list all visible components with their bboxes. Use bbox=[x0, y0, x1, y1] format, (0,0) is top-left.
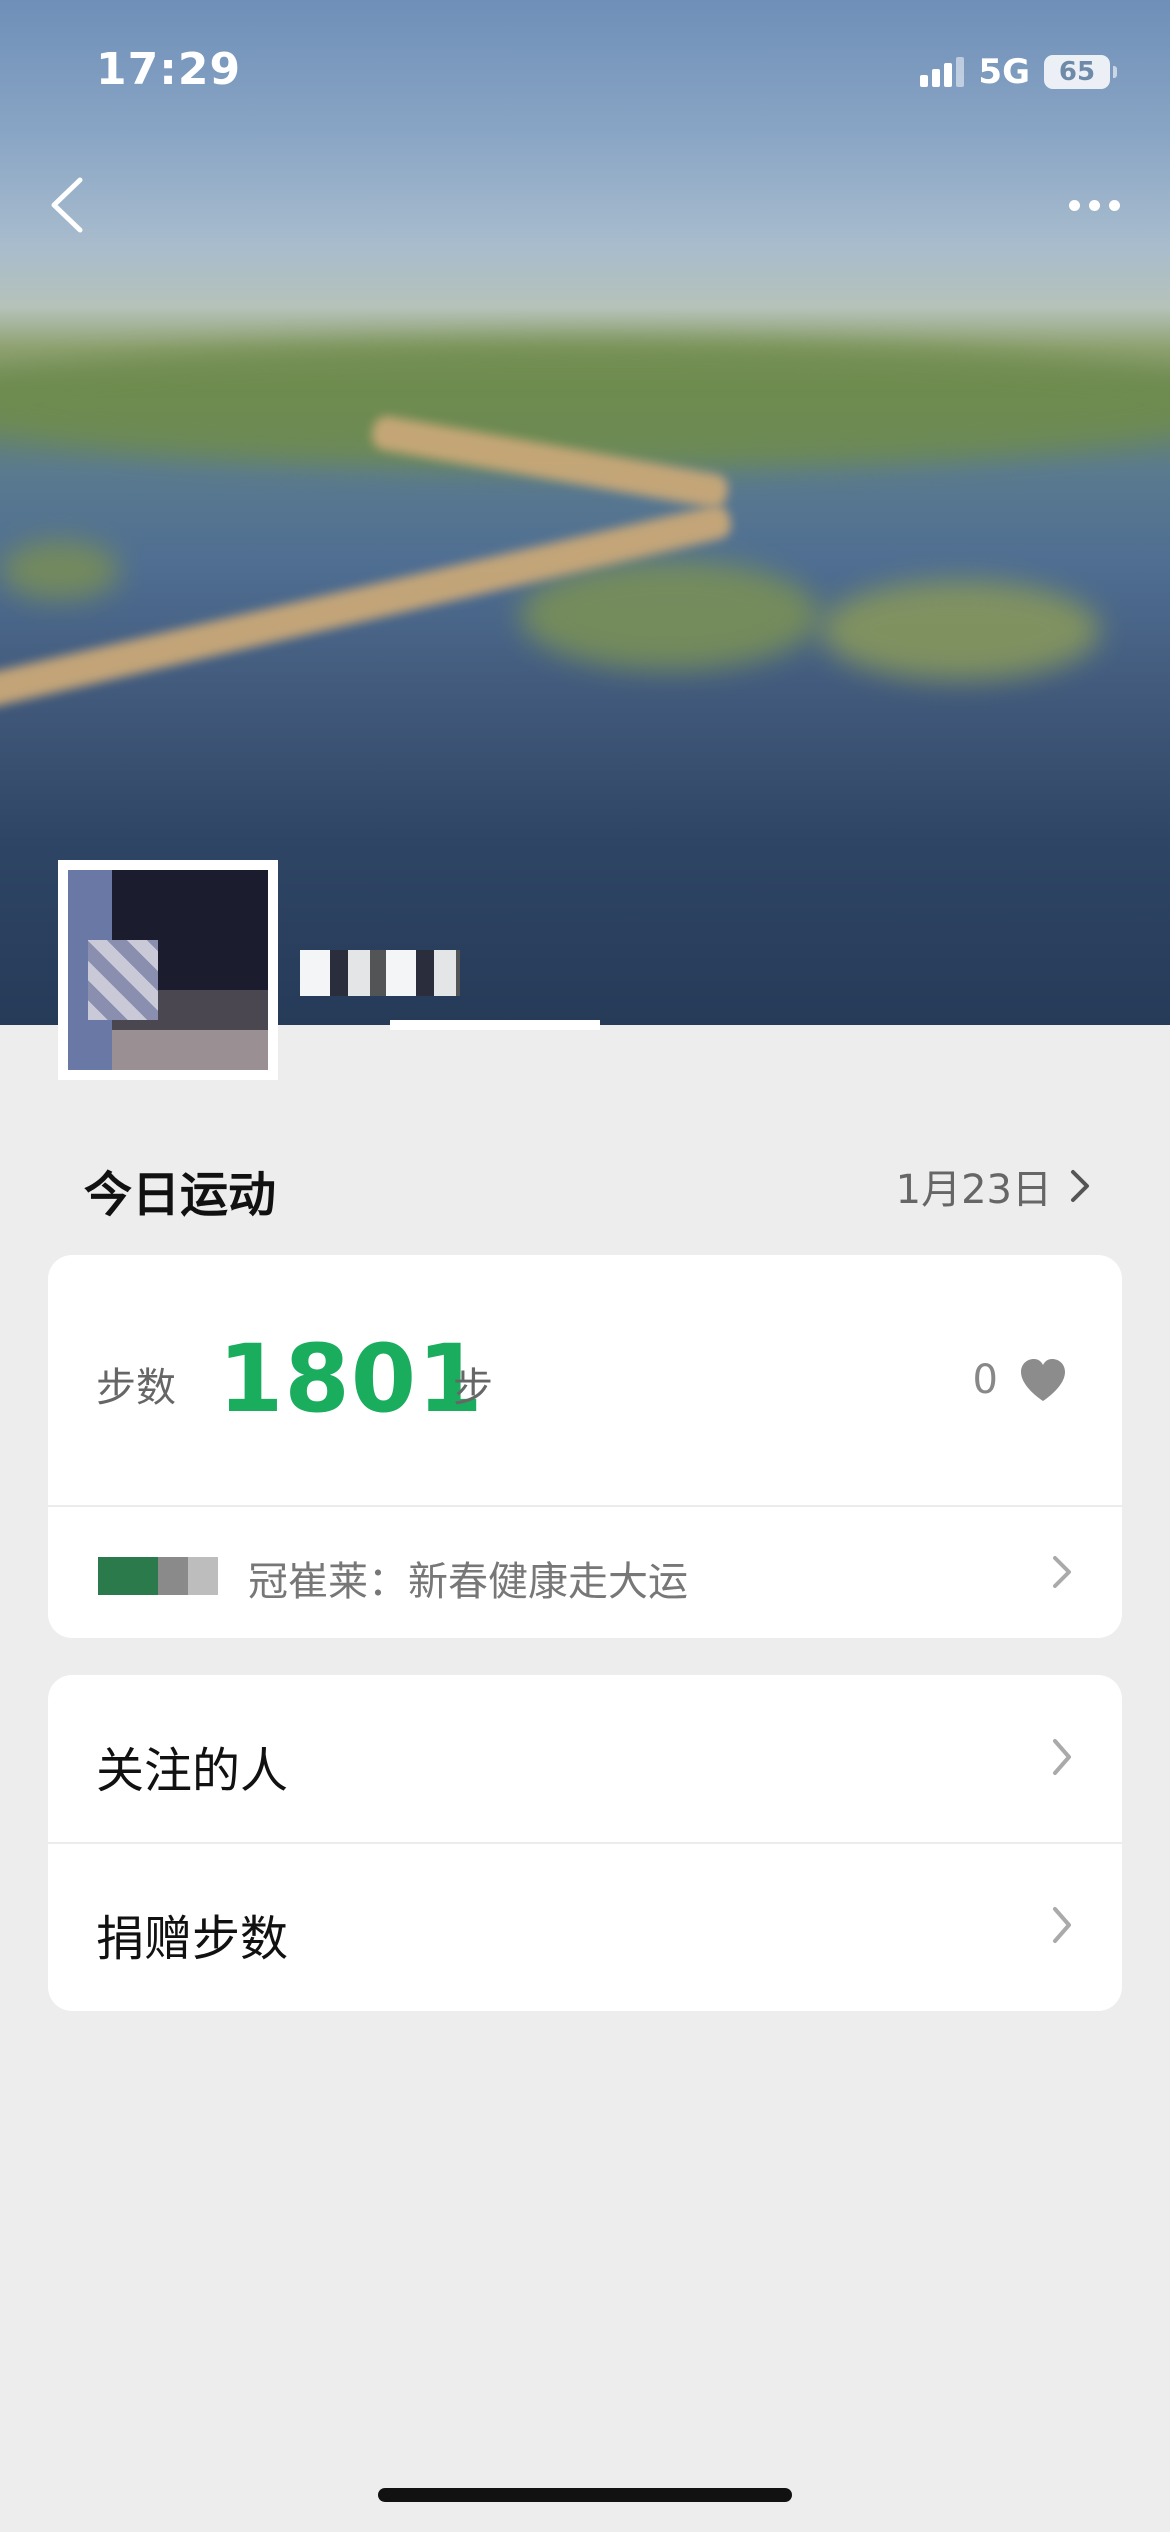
more-dot bbox=[1108, 199, 1120, 211]
chevron-right-icon bbox=[1053, 1739, 1071, 1775]
avatar-image bbox=[68, 870, 268, 1070]
avatar[interactable] bbox=[58, 860, 278, 1080]
steps-card: 步数 1801 步 0 冠崔莱：新春健康走大运 bbox=[48, 1255, 1122, 1638]
network-type: 5G bbox=[978, 52, 1030, 92]
more-button[interactable] bbox=[1054, 180, 1134, 230]
steps-row[interactable]: 步数 1801 步 0 bbox=[48, 1255, 1122, 1505]
chevron-left-icon bbox=[51, 177, 83, 233]
home-indicator[interactable] bbox=[378, 2488, 792, 2502]
chevron-right-icon bbox=[1053, 1907, 1071, 1943]
status-bar: 17:29 5G 65 bbox=[0, 0, 1170, 150]
menu-item-donate-steps[interactable]: 捐赠步数 bbox=[48, 1843, 1122, 2011]
chevron-right-icon bbox=[1071, 1170, 1089, 1202]
menu-item-label: 关注的人 bbox=[96, 1743, 289, 1799]
today-activity-heading: 今日运动 bbox=[84, 1167, 277, 1223]
wechat-sports-page: 17:29 5G 65 今日运动 1月23日 步数 1801 步 0 冠崔莱：新… bbox=[0, 0, 1170, 2532]
steps-value: 1801 bbox=[218, 1325, 484, 1434]
more-dot bbox=[1068, 199, 1080, 211]
heart-icon bbox=[1021, 1359, 1065, 1401]
menu-item-following[interactable]: 关注的人 bbox=[48, 1675, 1122, 1843]
menu-item-label: 捐赠步数 bbox=[96, 1911, 289, 1967]
status-indicators: 5G 65 bbox=[920, 52, 1117, 92]
status-time: 17:29 bbox=[96, 44, 242, 95]
steps-unit: 步 bbox=[453, 1365, 493, 1411]
chevron-right-icon bbox=[1053, 1556, 1071, 1588]
like-button[interactable]: 0 bbox=[973, 1357, 1068, 1403]
back-button[interactable] bbox=[40, 170, 100, 240]
date-label: 1月23日 bbox=[895, 1167, 1052, 1213]
signal-icon bbox=[920, 57, 965, 87]
nickname bbox=[300, 950, 460, 996]
nickname-underline bbox=[390, 1020, 600, 1030]
campaign-text: 冠崔莱：新春健康走大运 bbox=[248, 1559, 688, 1605]
more-dot bbox=[1088, 199, 1100, 211]
menu-card: 关注的人 捐赠步数 bbox=[48, 1675, 1122, 2011]
like-count: 0 bbox=[972, 1357, 998, 1403]
date-selector[interactable]: 1月23日 bbox=[896, 1157, 1092, 1215]
campaign-row[interactable]: 冠崔莱：新春健康走大运 bbox=[48, 1507, 1122, 1638]
campaign-logo bbox=[98, 1557, 218, 1595]
steps-label: 步数 bbox=[96, 1365, 176, 1411]
battery-icon: 65 bbox=[1044, 55, 1117, 89]
